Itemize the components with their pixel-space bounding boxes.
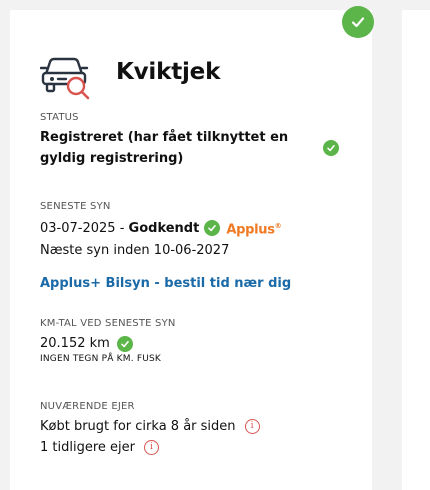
checkmark-icon bbox=[351, 17, 365, 28]
mileage-section: KM-TAL VED SENESTE SYN 20.152 km INGEN T… bbox=[40, 318, 360, 364]
adjacent-card bbox=[402, 10, 430, 490]
owner-previous: 1 tidligere ejer bbox=[40, 440, 135, 455]
inspection-section: SENESTE SYN 03-07-2025 - Godkendt Applus… bbox=[40, 201, 360, 294]
owner-bought: Købt brugt for cirka 8 år siden bbox=[40, 419, 236, 434]
mileage-note: INGEN TEGN PÅ KM. FUSK bbox=[40, 354, 162, 364]
owner-label: NUVÆRENDE EJER bbox=[40, 401, 135, 412]
applus-logo-text: Applus bbox=[226, 222, 275, 238]
info-icon[interactable]: i bbox=[143, 440, 159, 455]
inspection-label: SENESTE SYN bbox=[40, 201, 111, 212]
owner-section: NUVÆRENDE EJER Købt brugt for cirka 8 år… bbox=[40, 401, 360, 458]
inspection-date: 03-07-2025 bbox=[40, 220, 116, 236]
card-header: Kviktjek bbox=[40, 44, 220, 100]
status-check-icon bbox=[323, 140, 339, 156]
inspection-separator: - bbox=[115, 220, 129, 236]
status-value: Registreret (har fået tilknyttet en gyld… bbox=[40, 130, 289, 166]
mileage-value: 20.152 km bbox=[40, 336, 110, 351]
applus-logo-sup: ® bbox=[274, 222, 282, 230]
car-search-icon bbox=[40, 57, 90, 100]
applus-logo: Applus® bbox=[226, 216, 281, 240]
mileage-check-icon bbox=[116, 335, 133, 352]
mileage-label: KM-TAL VED SENESTE SYN bbox=[40, 318, 176, 329]
next-inspection: Næste syn inden 10-06-2027 bbox=[40, 243, 230, 259]
status-label: STATUS bbox=[40, 112, 79, 123]
inspection-result: Godkendt bbox=[128, 220, 200, 236]
inspection-check-icon bbox=[204, 220, 221, 237]
status-section: STATUS Registreret (har fået tilknyttet … bbox=[40, 112, 360, 169]
verified-badge bbox=[342, 6, 374, 38]
kviktjek-card: Kviktjek STATUS Registreret (har fået ti… bbox=[10, 6, 374, 490]
applus-booking-link[interactable]: Applus+ Bilsyn - bestil tid nær dig bbox=[40, 273, 291, 294]
info-icon[interactable]: i bbox=[244, 419, 260, 434]
page-title: Kviktjek bbox=[116, 59, 221, 85]
